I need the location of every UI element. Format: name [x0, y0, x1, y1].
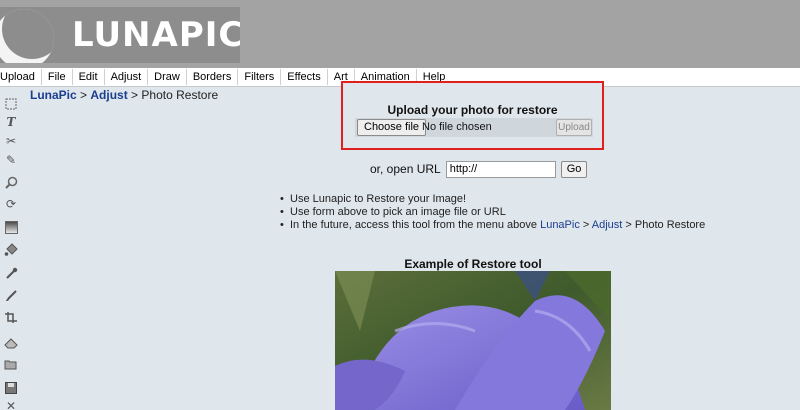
- menu-path-adjust-link[interactable]: Adjust: [592, 219, 623, 231]
- file-input[interactable]: Choose file No file chosen Upload: [355, 118, 593, 137]
- menu-path-lunapic-link[interactable]: LunaPic: [540, 219, 580, 231]
- open-url-row: or, open URL Go: [370, 160, 588, 178]
- breadcrumb-lunapic-link[interactable]: LunaPic: [30, 88, 77, 102]
- text-icon[interactable]: T: [3, 114, 19, 130]
- menu-effects[interactable]: Effects: [281, 69, 328, 85]
- menu-upload[interactable]: Upload: [0, 69, 42, 85]
- breadcrumb-adjust-link[interactable]: Adjust: [90, 88, 127, 102]
- example-title: Example of Restore tool: [404, 257, 542, 271]
- rotate-icon[interactable]: ⟳: [3, 196, 19, 212]
- brush-icon[interactable]: [3, 287, 19, 303]
- scissors-icon[interactable]: ✂: [3, 133, 19, 149]
- breadcrumb-separator: >: [76, 88, 91, 102]
- list-item: Use Lunapic to Restore your Image!: [280, 193, 705, 206]
- logo[interactable]: LUNAPIC: [0, 7, 240, 63]
- menu-edit[interactable]: Edit: [73, 69, 105, 85]
- url-input[interactable]: [445, 160, 556, 178]
- choose-file-button[interactable]: Choose file: [357, 119, 427, 136]
- url-label: or, open URL: [370, 162, 441, 176]
- example-flower-image: [335, 271, 611, 410]
- file-status-text: No file chosen: [422, 121, 492, 133]
- upload-button[interactable]: Upload: [556, 119, 592, 136]
- crop-icon[interactable]: [3, 310, 19, 326]
- menu-file[interactable]: File: [42, 69, 73, 85]
- open-folder-icon[interactable]: [3, 357, 19, 373]
- header: LUNAPIC: [0, 0, 800, 68]
- eyedropper-icon[interactable]: [3, 265, 19, 281]
- pencil-icon[interactable]: ✎: [3, 152, 19, 168]
- logo-text: LUNAPIC: [72, 15, 240, 55]
- upload-title: Upload your photo for restore: [387, 103, 558, 117]
- eraser-icon[interactable]: [3, 335, 19, 351]
- save-icon[interactable]: [3, 380, 19, 396]
- go-button[interactable]: Go: [560, 160, 588, 178]
- list-item: Use form above to pick an image file or …: [280, 206, 705, 219]
- menu-draw[interactable]: Draw: [148, 69, 187, 85]
- list-item: In the future, access this tool from the…: [280, 219, 705, 232]
- menu-filters[interactable]: Filters: [238, 69, 282, 85]
- menu-adjust[interactable]: Adjust: [105, 69, 149, 85]
- list-item-text: > Photo Restore: [622, 219, 706, 231]
- breadcrumb: LunaPic > Adjust > Photo Restore: [30, 88, 218, 102]
- moon-logo-icon: [0, 9, 54, 63]
- magnifier-icon[interactable]: [3, 174, 19, 190]
- breadcrumb-current: Photo Restore: [141, 88, 219, 102]
- close-icon[interactable]: ✕: [3, 398, 19, 410]
- select-icon[interactable]: [3, 96, 19, 112]
- breadcrumb-separator: >: [127, 88, 142, 102]
- list-item-separator: >: [579, 219, 592, 231]
- tool-sidebar: T ✂ ✎ ⟳ ✕: [0, 88, 22, 410]
- paint-bucket-icon[interactable]: [3, 242, 19, 258]
- instructions-list: Use Lunapic to Restore your Image! Use f…: [280, 193, 705, 232]
- list-item-text: In the future, access this tool from the…: [290, 219, 541, 231]
- gradient-icon[interactable]: [3, 219, 19, 235]
- upload-panel: Upload your photo for restore Choose fil…: [341, 81, 604, 150]
- menu-borders[interactable]: Borders: [187, 69, 239, 85]
